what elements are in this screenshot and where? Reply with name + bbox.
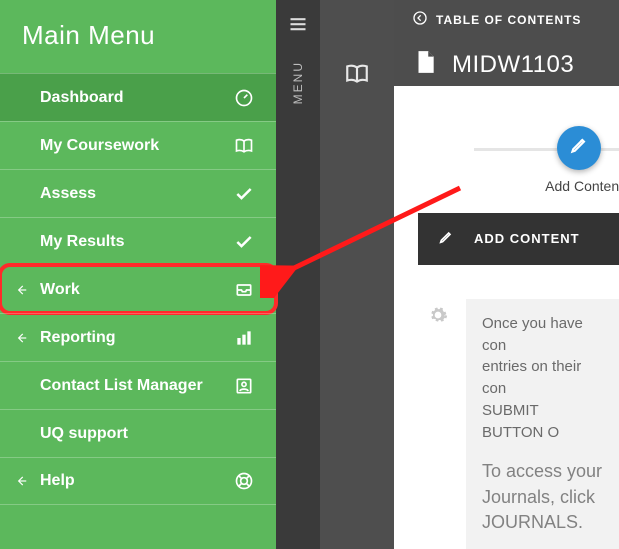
book-open-icon (232, 136, 256, 156)
document-icon (412, 49, 438, 80)
sidebar-item-label: Help (40, 472, 232, 490)
collapse-rail: MENU (276, 0, 320, 549)
content-header: TABLE OF CONTENTS MIDW1103 (394, 0, 619, 86)
sidebar-item-label: My Results (40, 233, 232, 251)
check-icon (232, 184, 256, 204)
add-content-bar[interactable]: ADD CONTENT (418, 213, 619, 265)
info-note: Once you have con entries on their con S… (428, 299, 619, 549)
add-content-circle-button[interactable] (557, 126, 601, 170)
sidebar-item-label: Assess (40, 185, 232, 203)
sidebar-item-uq-support[interactable]: UQ support (0, 409, 276, 457)
toc-label: TABLE OF CONTENTS (436, 13, 581, 27)
document-title: MIDW1103 (452, 51, 574, 79)
pencil-icon (569, 135, 589, 160)
table-of-contents-link[interactable]: TABLE OF CONTENTS (412, 10, 601, 29)
hamburger-icon[interactable] (276, 6, 320, 47)
arrow-left-icon (14, 331, 28, 345)
sidebar-menu: Dashboard My Coursework Assess My Result… (0, 73, 276, 505)
sidebar-item-my-coursework[interactable]: My Coursework (0, 121, 276, 169)
add-content-caption: Add Content (545, 178, 619, 194)
life-ring-icon (232, 471, 256, 491)
content-area: TABLE OF CONTENTS MIDW1103 Add Content (394, 0, 619, 549)
pencil-icon (438, 229, 454, 248)
sidebar-item-label: Dashboard (40, 89, 232, 107)
contact-card-icon (232, 376, 256, 396)
sidebar-title: Main Menu (0, 0, 276, 73)
arrow-left-icon (14, 283, 28, 297)
sidebar-item-label: UQ support (40, 425, 232, 443)
sidebar-item-reporting[interactable]: Reporting (0, 313, 276, 361)
sidebar-item-assess[interactable]: Assess (0, 169, 276, 217)
sidebar-item-contact-list-manager[interactable]: Contact List Manager (0, 361, 276, 409)
menu-vertical-label: MENU (291, 61, 305, 104)
sidebar-item-help[interactable]: Help (0, 457, 276, 505)
bar-chart-icon (232, 328, 256, 348)
progress-track: Add Content (474, 148, 619, 151)
tray-icon (232, 280, 256, 300)
check-icon (232, 232, 256, 252)
sidebar-item-my-results[interactable]: My Results (0, 217, 276, 265)
sidebar-item-label: Contact List Manager (40, 377, 232, 395)
sidebar-item-label: My Coursework (40, 137, 232, 155)
gauge-icon (232, 88, 256, 108)
info-note-text: Once you have con entries on their con S… (466, 299, 619, 549)
arrow-left-icon (14, 474, 28, 488)
sidebar-item-label: Reporting (40, 329, 232, 347)
book-open-icon[interactable] (320, 38, 394, 110)
sidebar-item-work[interactable]: Work (0, 265, 276, 313)
sidebar-item-dashboard[interactable]: Dashboard (0, 73, 276, 121)
sidebar-item-label: Work (40, 281, 232, 299)
add-content-bar-label: ADD CONTENT (474, 231, 580, 246)
arrow-circle-left-icon (412, 10, 428, 29)
secondary-rail (320, 0, 394, 549)
main-sidebar: Main Menu Dashboard My Coursework Assess (0, 0, 276, 549)
gear-icon[interactable] (428, 305, 448, 330)
